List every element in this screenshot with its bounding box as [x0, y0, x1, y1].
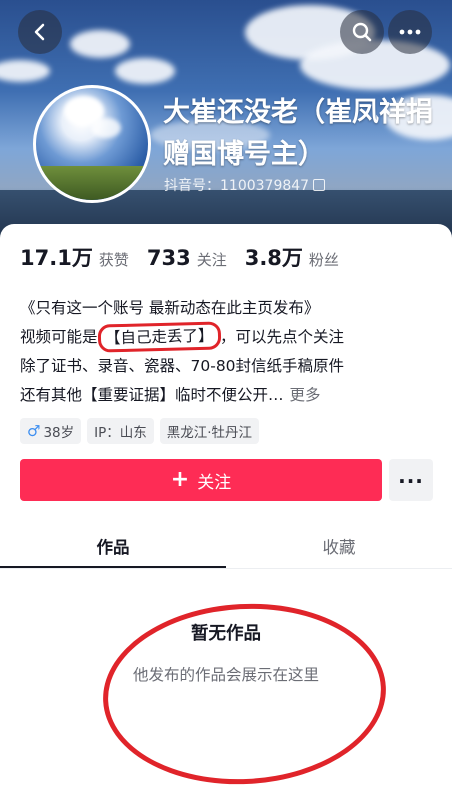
- tag-age-text: 38岁: [43, 425, 75, 441]
- avatar-cloud: [91, 118, 121, 138]
- bio-line-text: 还有其他【重要证据】临时不便公开…: [20, 386, 284, 404]
- more-button[interactable]: [388, 10, 432, 54]
- back-button[interactable]: [18, 10, 62, 54]
- douyin-id-text: 抖音号：1100379847: [164, 178, 310, 194]
- douyin-id[interactable]: 抖音号：1100379847: [164, 175, 326, 195]
- stat-following-label: 关注: [196, 251, 227, 269]
- bio-line: 除了证书、录音、瓷器、70-80封信纸手稿原件: [20, 357, 345, 375]
- plus-icon: +: [170, 467, 190, 492]
- male-icon: ♂: [27, 422, 41, 440]
- profile-tags: ♂ 38岁 IP：山东 黑龙江·牡丹江: [20, 418, 260, 444]
- tag-gender-age: ♂ 38岁: [20, 418, 82, 444]
- bio-line-text: ，可以先点个关注: [220, 328, 345, 346]
- banner-cloud: [115, 58, 175, 84]
- avatar[interactable]: [33, 85, 151, 203]
- stat-followers-label: 粉丝: [308, 251, 339, 269]
- follow-button[interactable]: + 关注: [20, 459, 382, 501]
- empty-state: 暂无作品 他发布的作品会展示在这里: [0, 619, 452, 685]
- profile-card: 17.1万 获赞 733 关注 3.8万 粉丝 《只有这一个账号 最新动态在此主…: [0, 224, 452, 800]
- bio-line-text: 视频可能是: [20, 328, 98, 346]
- tab-works[interactable]: 作品: [0, 524, 226, 568]
- tab-indicator: [0, 566, 226, 568]
- banner-cloud: [70, 30, 130, 58]
- follow-label: 关注: [197, 472, 232, 493]
- nickname: 大崔还没老（崔凤祥捐赠国博号主）: [163, 97, 433, 170]
- tag-ip: IP：山东: [87, 418, 154, 444]
- stat-likes[interactable]: 17.1万 获赞: [20, 242, 129, 272]
- bio-highlight-annotation: 【自己走丢了】: [97, 321, 221, 353]
- more-dots-icon: ...: [398, 464, 424, 488]
- empty-title: 暂无作品: [191, 624, 261, 644]
- tag-location[interactable]: 黑龙江·牡丹江: [159, 418, 260, 444]
- tab-favorites[interactable]: 收藏: [226, 524, 452, 568]
- search-button[interactable]: [340, 10, 384, 54]
- content-tabs: 作品 收藏: [0, 524, 452, 569]
- more-icon: [399, 29, 421, 35]
- stat-followers[interactable]: 3.8万 粉丝: [245, 242, 339, 272]
- bio-line: 还有其他【重要证据】临时不便公开… 更多: [20, 381, 440, 410]
- chevron-left-icon: [34, 23, 45, 41]
- stat-likes-number: 17.1万: [20, 246, 93, 270]
- bio: 《只有这一个账号 最新动态在此主页发布》 视频可能是 【自己走丢了】 ，可以先点个关…: [20, 294, 440, 410]
- stats-row: 17.1万 获赞 733 关注 3.8万 粉丝: [20, 242, 357, 272]
- stat-followers-number: 3.8万: [244, 246, 303, 270]
- bio-more-link[interactable]: 更多: [290, 386, 321, 404]
- banner-cloud: [0, 60, 50, 82]
- bio-line: 视频可能是 【自己走丢了】 ，可以先点个关注: [20, 321, 440, 353]
- stat-likes-label: 获赞: [98, 251, 129, 269]
- bio-line: 《只有这一个账号 最新动态在此主页发布》: [20, 299, 320, 317]
- copy-icon[interactable]: [313, 179, 326, 191]
- follow-more-button[interactable]: ...: [389, 459, 433, 501]
- avatar-grass: [36, 166, 148, 200]
- stat-following[interactable]: 733 关注: [147, 246, 227, 270]
- stat-following-number: 733: [146, 246, 191, 270]
- empty-subtitle: 他发布的作品会展示在这里: [132, 666, 319, 684]
- search-icon: [352, 22, 372, 42]
